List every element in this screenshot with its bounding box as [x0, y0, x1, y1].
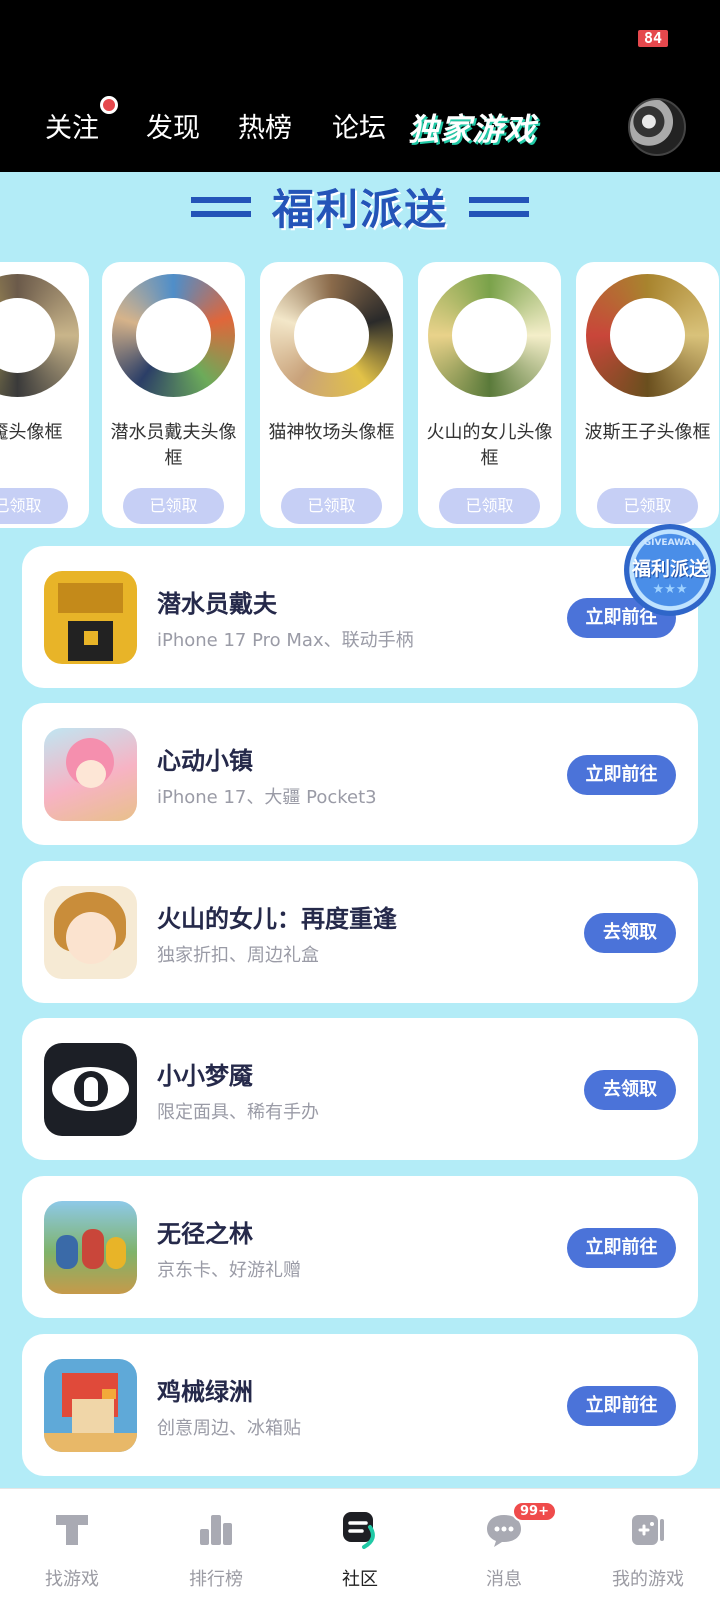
community-icon: [343, 1512, 375, 1549]
status-bar: 84: [0, 0, 720, 70]
go-now-button[interactable]: 立即前往: [567, 1228, 676, 1268]
game-card[interactable]: 鸡械绿洲 创意周边、冰箱贴 立即前往: [22, 1334, 698, 1476]
game-rewards: 京东卡、好游礼赠: [157, 1260, 301, 1281]
avatar-frame-carousel[interactable]: 梦魇头像框 已领取 潜水员戴夫头像框 已领取 猫神牧场头像框 已领取 火山的女儿…: [0, 262, 720, 530]
avatar-frame-image: [112, 274, 235, 397]
claimed-button: 已领取: [439, 488, 540, 524]
nav-label: 消息: [486, 1569, 522, 1590]
claimed-button: 已领取: [123, 488, 224, 524]
game-title: 小小梦魇: [157, 1062, 253, 1090]
tab-exclusive-games[interactable]: 独家游戏: [408, 104, 536, 149]
giveaway-badge[interactable]: GIVEAWAY 福利派送 ★★★: [624, 524, 716, 616]
game-icon-heartopia: [44, 728, 137, 821]
game-title: 潜水员戴夫: [157, 590, 277, 618]
tab-forum[interactable]: 论坛: [332, 106, 386, 145]
game-card[interactable]: 小小梦魇 限定面具、稀有手办 去领取: [22, 1018, 698, 1160]
notification-dot: [100, 96, 118, 114]
game-icon-chicken-oasis: [44, 1359, 137, 1452]
game-card[interactable]: 心动小镇 iPhone 17、大疆 Pocket3 立即前往: [22, 703, 698, 845]
ranking-icon: [200, 1515, 232, 1545]
game-title: 鸡械绿洲: [157, 1378, 253, 1406]
game-title: 火山的女儿：再度重逢: [157, 905, 397, 933]
game-rewards: iPhone 17 Pro Max、联动手柄: [157, 630, 414, 651]
game-card[interactable]: 潜水员戴夫 iPhone 17 Pro Max、联动手柄 立即前往: [22, 546, 698, 688]
nav-my-games[interactable]: 我的游戏: [576, 1489, 720, 1600]
banner-title: 福利派送: [271, 185, 448, 234]
giveaway-stars: ★★★: [652, 582, 688, 597]
nav-label: 社区: [342, 1569, 378, 1590]
avatar-frame-image: [270, 274, 393, 397]
game-card[interactable]: 无径之林 京东卡、好游礼赠 立即前往: [22, 1176, 698, 1318]
find-game-icon: [56, 1515, 88, 1545]
frame-name: 波斯王子头像框: [584, 422, 711, 443]
nav-label: 找游戏: [45, 1569, 99, 1590]
claim-button[interactable]: 去领取: [584, 913, 676, 953]
banner-deco-right: [469, 196, 530, 217]
game-card[interactable]: 火山的女儿：再度重逢 独家折扣、周边礼盒 去领取: [22, 861, 698, 1003]
game-rewards: 独家折扣、周边礼盒: [157, 945, 319, 966]
top-header: 关注 发现 热榜 论坛 独家游戏: [0, 70, 720, 172]
claimed-button: 已领取: [281, 488, 382, 524]
welfare-banner: 福利派送: [0, 176, 720, 246]
tab-follow[interactable]: 关注: [45, 106, 99, 145]
game-rewards: 限定面具、稀有手办: [157, 1102, 319, 1123]
game-icon-pathless-woods: [44, 1201, 137, 1294]
game-rewards: 创意周边、冰箱贴: [157, 1418, 301, 1439]
tab-hot[interactable]: 热榜: [238, 106, 292, 145]
frame-card[interactable]: 火山的女儿头像框 已领取: [418, 262, 561, 528]
unread-badge: 99+: [512, 1501, 557, 1522]
nav-find-game[interactable]: 找游戏: [0, 1489, 144, 1600]
frame-card[interactable]: 梦魇头像框 已领取: [0, 262, 89, 528]
game-title: 无径之林: [157, 1220, 253, 1248]
game-rewards: iPhone 17、大疆 Pocket3: [157, 787, 377, 808]
avatar-frame-image: [586, 274, 709, 397]
bottom-nav: 找游戏 排行榜 社区 99+ 消息 我的游戏: [0, 1488, 720, 1600]
nav-ranking[interactable]: 排行榜: [144, 1489, 288, 1600]
go-now-button[interactable]: 立即前往: [567, 1386, 676, 1426]
nav-community[interactable]: 社区: [288, 1489, 432, 1600]
nav-messages[interactable]: 99+ 消息: [432, 1489, 576, 1600]
user-avatar[interactable]: [628, 98, 686, 156]
frame-name: 梦魇头像框: [0, 422, 63, 443]
giveaway-small-label: GIVEAWAY: [643, 538, 697, 548]
avatar-frame-image: [428, 274, 551, 397]
nav-label: 我的游戏: [612, 1569, 684, 1590]
giveaway-main-label: 福利派送: [631, 558, 708, 580]
game-icon-volcano-princess: [44, 886, 137, 979]
battery-indicator: 84: [637, 30, 668, 47]
claimed-button: 已领取: [0, 488, 68, 524]
tab-discover[interactable]: 发现: [146, 106, 200, 145]
nav-label: 排行榜: [189, 1569, 243, 1590]
game-icon-little-nightmares: [44, 1043, 137, 1136]
my-games-icon: [632, 1515, 664, 1545]
frame-name: 猫神牧场头像框: [268, 422, 395, 443]
frame-card[interactable]: 波斯王子头像框 已领取: [576, 262, 719, 528]
game-title: 心动小镇: [157, 747, 253, 775]
claim-button[interactable]: 去领取: [584, 1070, 676, 1110]
avatar-frame-image: [0, 274, 79, 397]
frame-name: 潜水员戴夫头像框: [110, 422, 237, 469]
go-now-button[interactable]: 立即前往: [567, 755, 676, 795]
frame-name: 火山的女儿头像框: [426, 422, 553, 469]
frame-card[interactable]: 潜水员戴夫头像框 已领取: [102, 262, 245, 528]
banner-deco-left: [190, 196, 251, 217]
claimed-button: 已领取: [597, 488, 698, 524]
frame-card[interactable]: 猫神牧场头像框 已领取: [260, 262, 403, 528]
game-icon-dave: [44, 571, 137, 664]
